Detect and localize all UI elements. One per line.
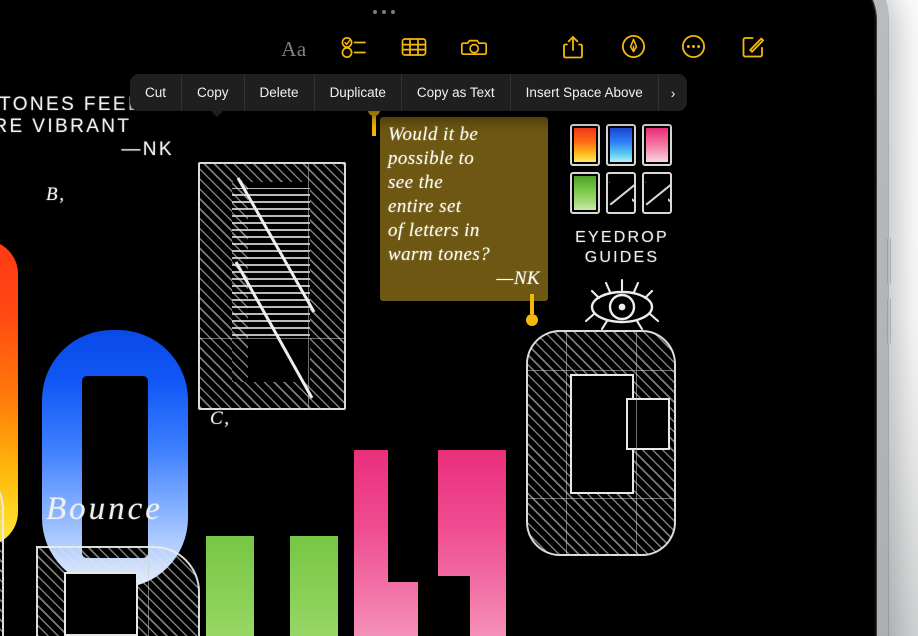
selected-line: entire set	[388, 195, 462, 217]
ipad-device: ϰ EXTEND DOWN	[0, 0, 891, 636]
letterform-b-guide-h	[0, 570, 4, 572]
menu-duplicate[interactable]: Duplicate	[313, 74, 401, 111]
selected-line: warm tones?	[388, 243, 491, 265]
camera-button[interactable]	[457, 32, 491, 66]
swatch-grid	[570, 124, 674, 214]
letterform-b-sketch[interactable]	[0, 462, 4, 636]
camera-icon	[460, 36, 488, 63]
letterform-n-sketch-diagonals	[234, 177, 316, 399]
letterform-r-guide-v	[148, 546, 150, 636]
compose-button[interactable]	[736, 32, 770, 66]
toolbar-center-group: Aa	[277, 32, 491, 66]
selected-line: —NK	[496, 267, 540, 289]
swatch-green-fill	[574, 176, 596, 210]
selected-line: Would it be	[388, 124, 479, 145]
swatch-empty-1[interactable]	[606, 172, 636, 214]
menu-cut[interactable]: Cut	[130, 74, 181, 111]
letterform-c-guide-v2	[636, 330, 638, 556]
menu-insert-space-above[interactable]: Insert Space Above	[509, 74, 658, 111]
swatch-orange-fill	[574, 128, 596, 162]
markup-button[interactable]	[616, 32, 650, 66]
selection-handle-start-stem	[372, 116, 376, 136]
format-text-button[interactable]: Aa	[277, 32, 311, 66]
letterform-c-sketch[interactable]	[526, 330, 676, 556]
selection-handle-end-knob	[526, 314, 538, 326]
context-menu-pointer	[209, 109, 225, 117]
swatch-green[interactable]	[570, 172, 600, 214]
checklist-icon	[341, 36, 367, 63]
menu-delete[interactable]: Delete	[243, 74, 314, 111]
letterform-r-sketch-counter	[64, 572, 138, 636]
selected-line: see the	[388, 171, 444, 193]
selected-line: of letters in	[388, 219, 480, 241]
editing-context-menu: Cut Copy Delete Duplicate Copy as Text I…	[130, 74, 688, 111]
letterform-c-sketch-aperture	[626, 398, 670, 450]
compose-new-note-icon	[741, 35, 765, 64]
selected-line: possible to	[388, 147, 475, 169]
menu-copy[interactable]: Copy	[181, 74, 244, 111]
letterform-ii-green-bar-1[interactable]	[206, 536, 254, 636]
annotation-bounce: Bounce	[46, 491, 163, 527]
screen: ϰ EXTEND DOWN	[0, 0, 874, 636]
format-text-icon: Aa	[281, 36, 307, 61]
checklist-button[interactable]	[337, 32, 371, 66]
eyedrop-guides-group: EYEDROP GUIDES	[570, 124, 674, 332]
selected-handwriting-block[interactable]: Would it be possible to see the entire s…	[380, 117, 548, 301]
swatch-blue[interactable]	[606, 124, 636, 166]
menu-copy-as-text[interactable]: Copy as Text	[400, 74, 510, 111]
letterform-b-sketch-body	[0, 462, 4, 636]
swatch-empty-2-fill	[646, 176, 668, 210]
letterform-n-pink-cut-top	[388, 450, 438, 582]
selection-handle-end[interactable]	[526, 294, 538, 326]
swatch-pink-fill	[646, 128, 668, 162]
letterform-n-pink[interactable]	[354, 450, 506, 636]
note-toolbar: Aa	[0, 26, 874, 72]
device-bezel: ϰ EXTEND DOWN	[0, 0, 891, 636]
letterform-n-pink-cut-bottom	[418, 576, 470, 636]
letterform-r-sketch[interactable]	[36, 546, 200, 636]
share-icon	[562, 35, 584, 64]
annotation-label-b: B,	[46, 184, 66, 205]
hand-drawn-eye-icon	[570, 274, 674, 332]
annotation-label-c: C,	[210, 408, 231, 429]
swatch-orange[interactable]	[570, 124, 600, 166]
table-button[interactable]	[397, 32, 431, 66]
multitasking-handle[interactable]	[0, 10, 874, 14]
volume-down-button[interactable]	[887, 298, 891, 344]
markup-pen-circle-icon	[621, 34, 646, 64]
ellipsis-circle-icon	[681, 34, 706, 64]
handle-dot	[373, 10, 377, 14]
letterform-ii-green-bar-2[interactable]	[290, 536, 338, 636]
table-icon	[401, 36, 427, 63]
menu-more-chevron[interactable]: ›	[657, 74, 688, 111]
volume-up-button[interactable]	[887, 238, 891, 284]
share-button[interactable]	[556, 32, 590, 66]
letterform-c-guide-h1	[526, 370, 676, 372]
handle-dot	[391, 10, 395, 14]
letterform-o-blue-counter	[82, 376, 148, 558]
swatch-empty-1-fill	[610, 176, 632, 210]
note-canvas[interactable]: ϰ EXTEND DOWN	[0, 72, 874, 636]
letterform-c-guide-h2	[526, 498, 676, 500]
handle-dot	[382, 10, 386, 14]
swatch-pink[interactable]	[642, 124, 672, 166]
letterform-c-guide-v1	[566, 330, 568, 556]
toolbar-right-group	[556, 32, 770, 66]
letterform-c-sketch-counter	[570, 374, 634, 494]
eyedrop-guides-label: EYEDROP GUIDES	[575, 229, 669, 266]
letterform-n-sketch[interactable]	[198, 162, 346, 410]
swatch-blue-fill	[610, 128, 632, 162]
more-button[interactable]	[676, 32, 710, 66]
selection-handle-end-stem	[530, 294, 534, 314]
swatch-empty-2[interactable]	[642, 172, 672, 214]
